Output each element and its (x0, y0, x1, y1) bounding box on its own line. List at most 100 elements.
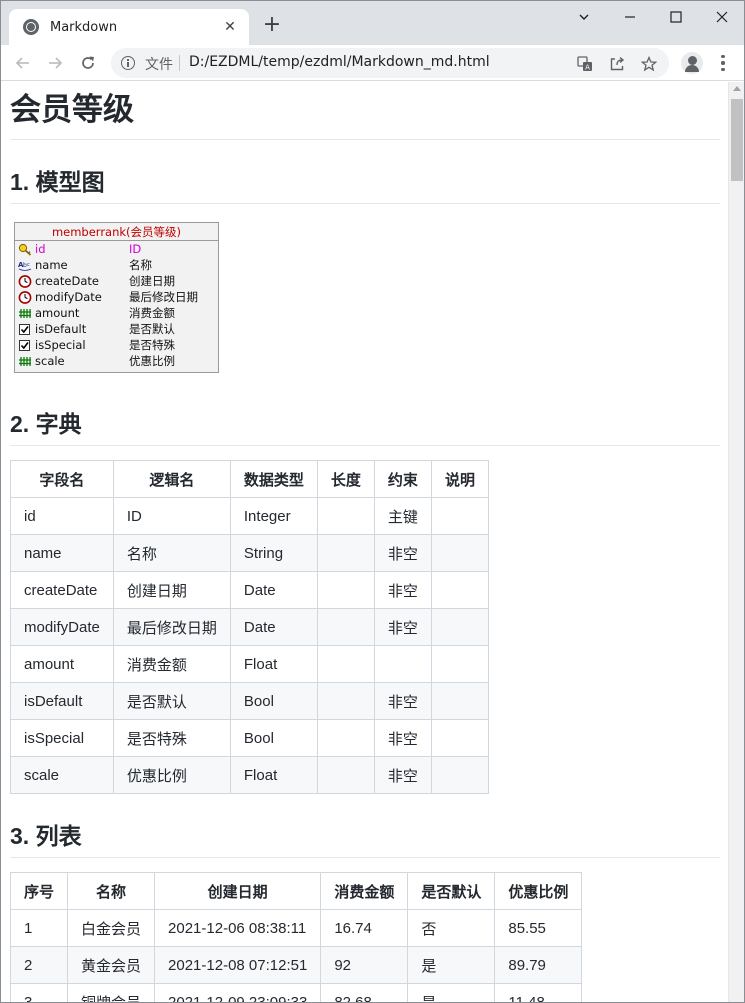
minimize-button[interactable] (615, 5, 645, 29)
table-cell: Date (229, 608, 318, 646)
table-cell: Float (229, 756, 318, 794)
table-cell (430, 534, 489, 572)
table-cell: 非空 (373, 571, 432, 609)
table-cell: 非空 (373, 608, 432, 646)
table-cell: 是否特殊 (112, 719, 231, 757)
table-cell: isSpecial (10, 719, 114, 757)
back-button[interactable] (11, 51, 35, 75)
section-heading-list: 3. 列表 (10, 818, 720, 858)
browser-tab[interactable]: Markdown ✕ (9, 9, 249, 45)
table-cell: 非空 (373, 719, 432, 757)
url-text[interactable]: D:/EZDML/temp/ezdml/Markdown_md.html (189, 54, 490, 70)
reload-button[interactable] (76, 51, 100, 75)
close-window-button[interactable] (707, 5, 737, 29)
table-row: 2 黄金会员 2021-12-08 07:12:51 92 是 89.79 (9, 946, 583, 984)
table-row: createDate 创建日期 Date 非空 (10, 571, 489, 609)
address-bar[interactable]: 文件 D:/EZDML/temp/ezdml/Markdown_md.html … (111, 48, 669, 78)
scroll-up-arrow-icon[interactable] (733, 86, 741, 91)
model-field-label: 创建日期 (129, 274, 175, 288)
table-row: 1 白金会员 2021-12-06 08:38:11 16.74 否 85.55 (9, 909, 583, 947)
model-field-label: 优惠比例 (129, 354, 175, 368)
table-cell: 16.74 (320, 909, 409, 947)
table-header-cell: 长度 (316, 460, 375, 498)
model-field-row: isDefault 是否默认 (15, 321, 218, 337)
table-row: isSpecial 是否特殊 Bool 非空 (10, 719, 489, 757)
tab-search-button[interactable] (569, 5, 599, 29)
model-field-name: scale (35, 354, 65, 368)
table-cell (373, 645, 432, 683)
model-field-row: amount 消费金额 (15, 305, 218, 321)
arrow-right-icon (49, 57, 63, 69)
minimize-icon (625, 16, 635, 18)
table-cell: String (229, 534, 318, 572)
model-field-label: ID (129, 242, 142, 256)
table-cell (430, 497, 489, 535)
dictionary-table: 字段名 逻辑名 数据类型 长度 约束 说明 id ID Integer 主键 name 名称 Stri… (10, 460, 489, 794)
svg-text:c: c (27, 262, 30, 268)
profile-avatar-icon[interactable] (681, 52, 703, 74)
table-header-cell: 创建日期 (154, 872, 322, 910)
page-title: 会员等级 (10, 90, 720, 140)
reload-icon (82, 56, 94, 69)
table-cell: id (10, 497, 114, 535)
share-icon[interactable] (608, 55, 626, 73)
table-cell: 82.68 (320, 983, 409, 1002)
model-diagram: memberrank(会员等级) id ID Ab c name 名称 createDate… (14, 222, 219, 373)
translate-icon[interactable]: A (576, 55, 594, 73)
table-header-cell: 逻辑名 (112, 460, 231, 498)
table-cell: createDate (10, 571, 114, 609)
svg-text:A: A (585, 64, 590, 72)
model-field-name: amount (35, 306, 80, 320)
table-cell: 11.48 (494, 983, 583, 1002)
table-cell: 否 (407, 909, 496, 947)
table-cell: 白金会员 (67, 909, 156, 947)
new-tab-button[interactable]: + (261, 14, 283, 37)
table-cell: Date (229, 571, 318, 609)
clock-icon (18, 275, 32, 288)
table-cell (430, 756, 489, 794)
model-field-label: 是否特殊 (129, 338, 175, 352)
table-cell: 89.79 (494, 946, 583, 984)
table-cell (430, 608, 489, 646)
key-icon (18, 243, 32, 256)
more-menu-button[interactable] (713, 53, 733, 73)
table-row: scale 优惠比例 Float 非空 (10, 756, 489, 794)
info-icon[interactable] (121, 56, 135, 70)
model-field-name: createDate (35, 274, 99, 288)
model-field-name: id (35, 242, 46, 256)
section-heading-dictionary: 2. 字典 (10, 406, 720, 446)
maximize-button[interactable] (661, 5, 691, 29)
model-field-row: Ab c name 名称 (15, 257, 218, 273)
tab-title: Markdown (50, 19, 118, 35)
section-heading-model: 1. 模型图 (10, 164, 720, 204)
table-cell: 铜牌会员 (67, 983, 156, 1002)
table-cell: amount (10, 645, 114, 683)
table-cell: 3 (9, 983, 69, 1002)
forward-button[interactable] (43, 51, 67, 75)
model-field-name: modifyDate (35, 290, 102, 304)
table-header-cell: 数据类型 (229, 460, 318, 498)
table-header-cell: 说明 (430, 460, 489, 498)
scrollbar-thumb[interactable] (731, 99, 743, 181)
table-cell: modifyDate (10, 608, 114, 646)
table-cell: Integer (229, 497, 318, 535)
table-cell (430, 571, 489, 609)
table-cell (316, 608, 375, 646)
table-cell: 名称 (112, 534, 231, 572)
table-cell: 2021-12-08 07:12:51 (154, 946, 322, 984)
model-field-row: isSpecial 是否特殊 (15, 337, 218, 353)
vertical-scrollbar[interactable] (728, 82, 744, 1002)
model-field-row: createDate 创建日期 (15, 273, 218, 289)
table-header-cell: 名称 (67, 872, 156, 910)
table-cell: 创建日期 (112, 571, 231, 609)
model-field-label: 名称 (129, 258, 152, 272)
table-cell: 消费金额 (112, 645, 231, 683)
table-cell: scale (10, 756, 114, 794)
star-icon[interactable] (640, 55, 658, 73)
table-cell: isDefault (10, 682, 114, 720)
model-field-label: 是否默认 (129, 322, 175, 336)
close-tab-icon[interactable]: ✕ (221, 18, 239, 36)
table-cell: 主键 (373, 497, 432, 535)
model-field-row: scale 优惠比例 (15, 353, 218, 369)
model-field-row: modifyDate 最后修改日期 (15, 289, 218, 305)
